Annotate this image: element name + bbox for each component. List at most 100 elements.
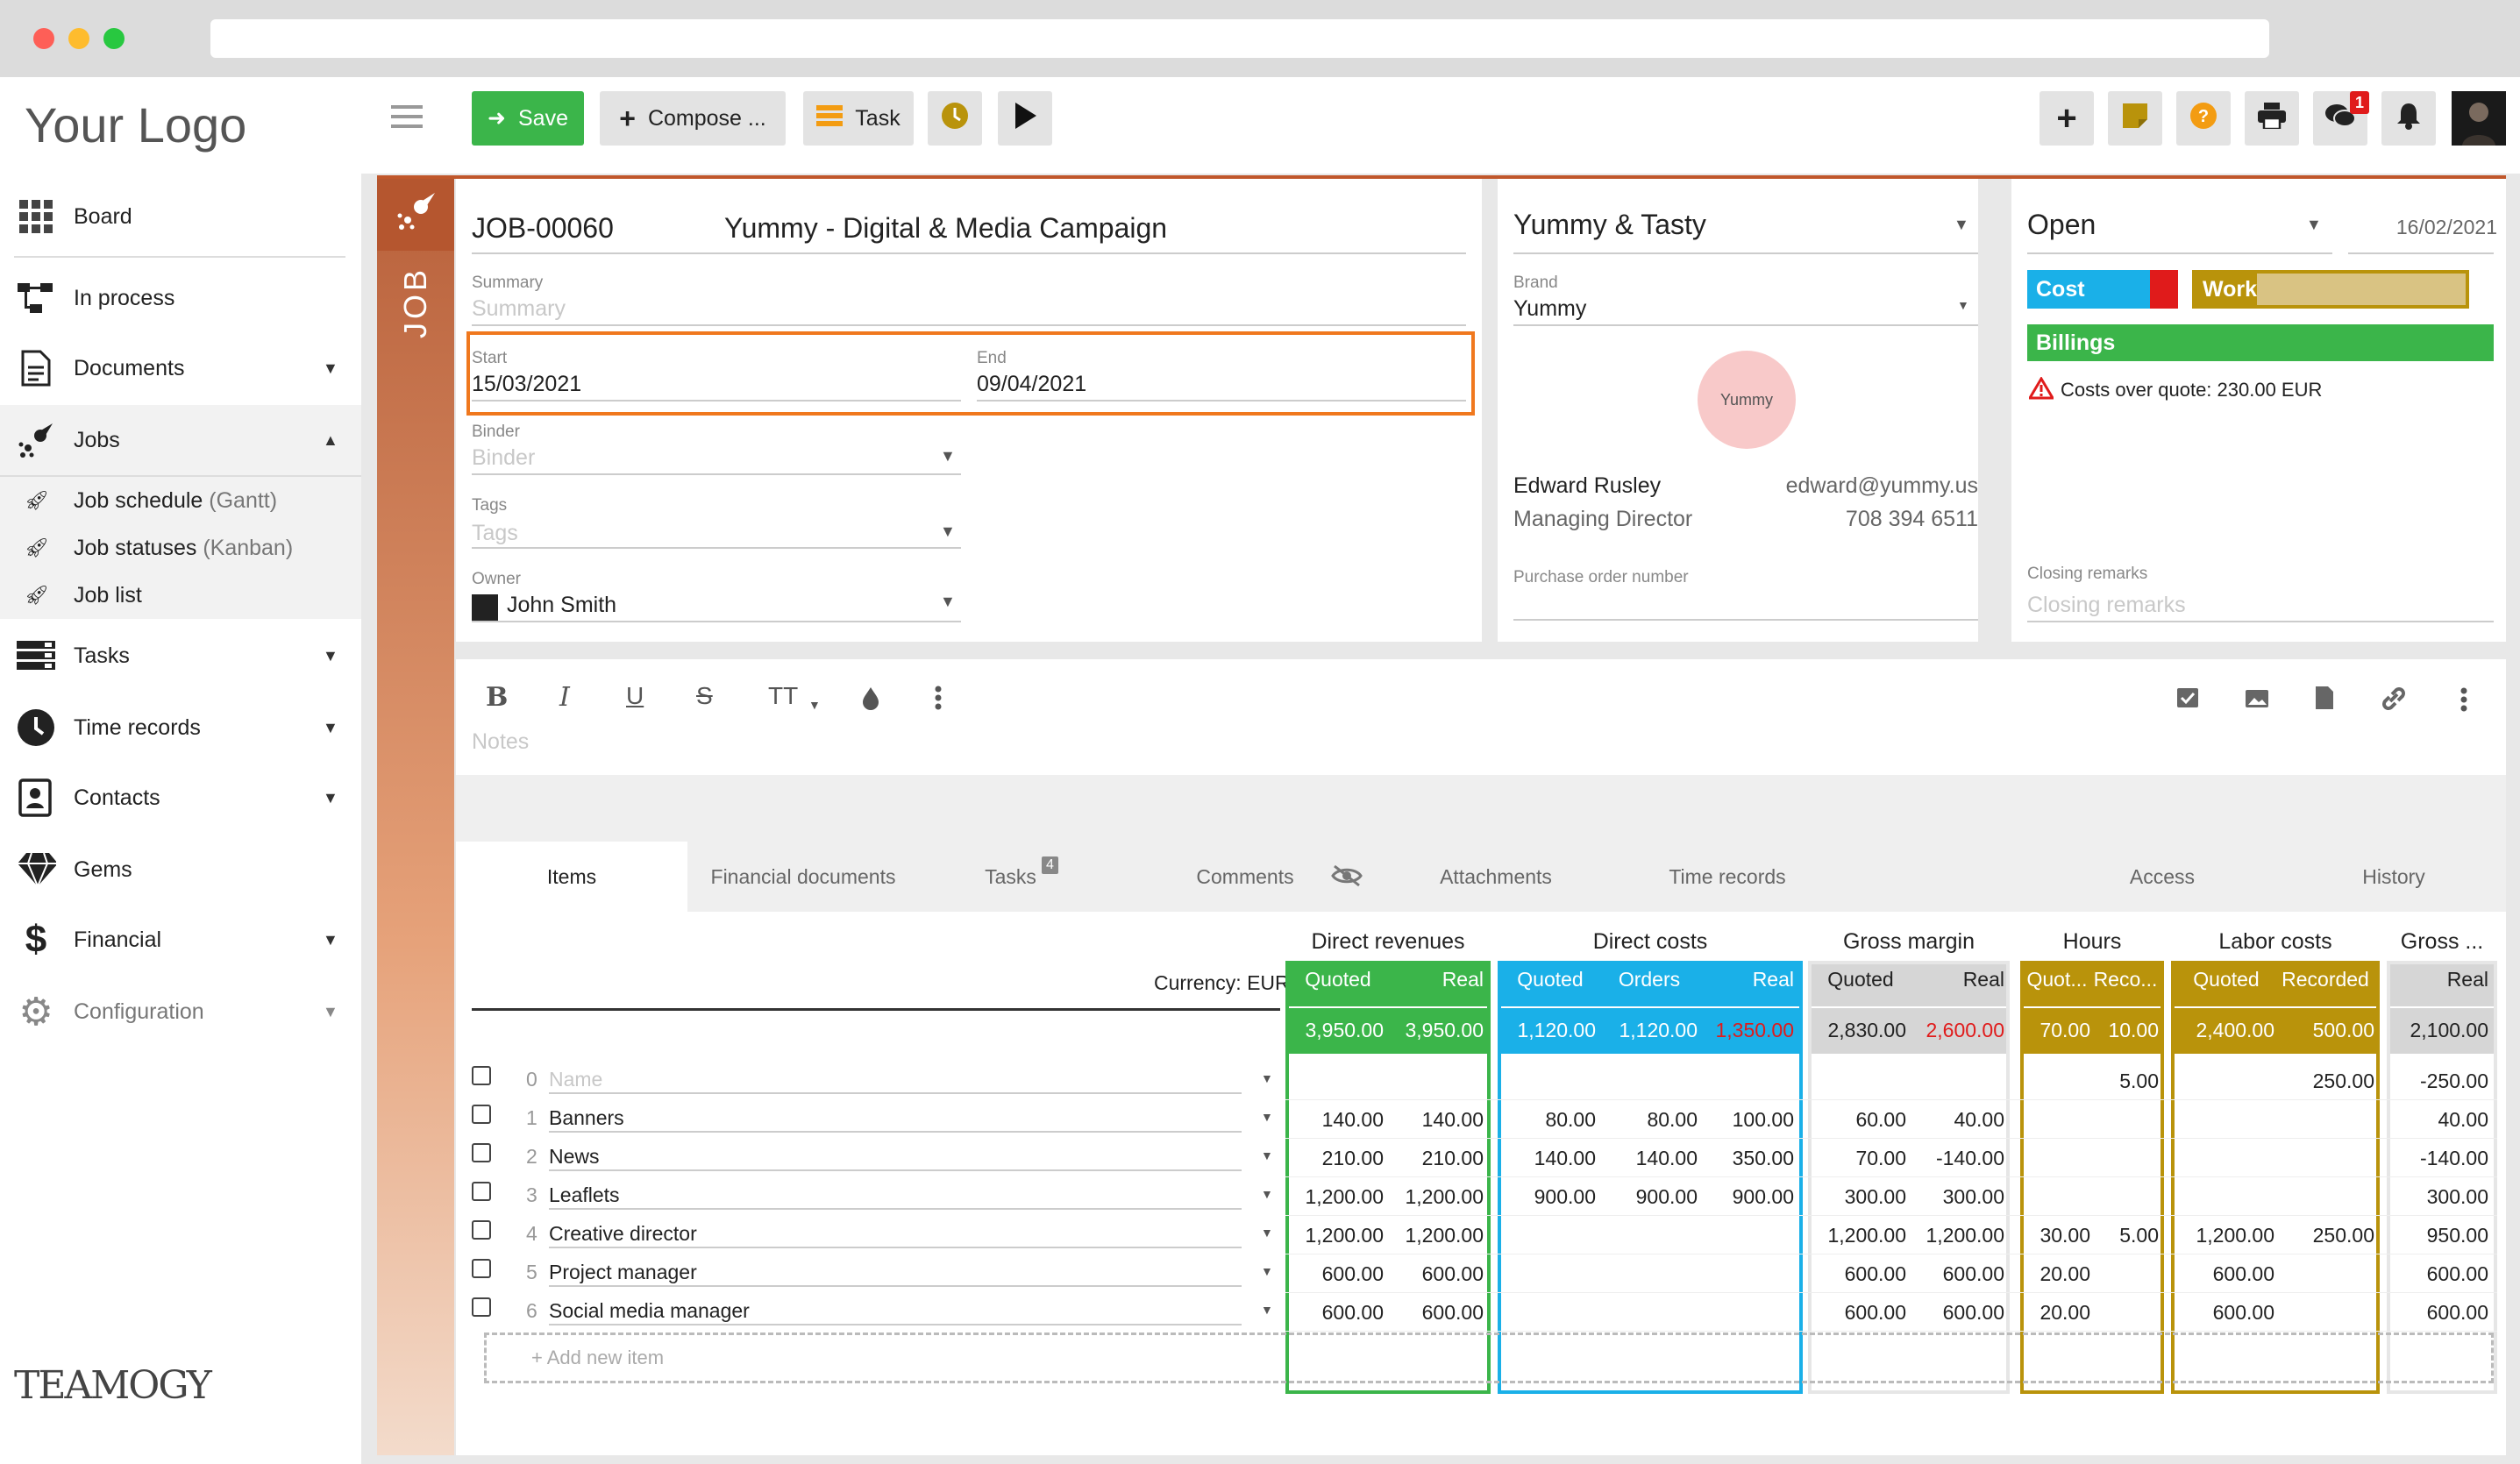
po-input[interactable] (1513, 619, 1978, 621)
sub-label: Job schedule (74, 487, 203, 513)
caret-down-icon[interactable]: ▼ (1957, 298, 1969, 312)
sidebar-item-financial[interactable]: $ Financial ▼ (0, 905, 361, 975)
caret-down-icon[interactable]: ▼ (1261, 1226, 1273, 1240)
user-avatar[interactable] (2452, 91, 2506, 146)
tab-history[interactable]: History (2297, 842, 2490, 912)
sidebar-item-gems[interactable]: Gems (0, 835, 361, 905)
owner-select[interactable]: John Smith (507, 593, 616, 618)
sidebar-subitem-job-statuses[interactable]: 🚀︎ Job statuses (Kanban) (0, 524, 361, 572)
tab-tasks[interactable]: Tasks 4 (919, 842, 1124, 912)
end-date-input[interactable]: 09/04/2021 (977, 372, 1086, 397)
sidebar-subitem-job-list[interactable]: 🚀︎ Job list (0, 572, 361, 619)
caret-down-icon[interactable]: ▼ (1261, 1303, 1273, 1317)
tab-attachments[interactable]: Attachments (1399, 842, 1592, 912)
sidebar-subitem-job-schedule[interactable]: 🚀︎ Job schedule (Gantt) (0, 477, 361, 524)
diamond-icon (16, 849, 56, 890)
tab-items[interactable]: Items (456, 842, 687, 912)
binder-select[interactable]: Binder (472, 445, 535, 471)
group-gross: Gross ... (2400, 929, 2484, 954)
summary-input[interactable]: Summary (472, 296, 566, 322)
contact-email[interactable]: edward@yummy.us (1736, 473, 1978, 499)
sidebar-item-documents[interactable]: Documents ▼ (0, 333, 361, 403)
compose-button[interactable]: + Compose ... (600, 91, 786, 146)
caret-down-icon[interactable]: ▼ (1261, 1264, 1273, 1278)
row-checkbox[interactable] (472, 1259, 491, 1278)
link-tool-icon[interactable] (2381, 687, 2406, 714)
color-drop-icon[interactable] (861, 686, 880, 714)
sidebar-item-configuration[interactable]: ⚙︎ Configuration ▼ (0, 977, 361, 1047)
caret-down-icon[interactable]: ▼ (1261, 1110, 1273, 1124)
row-name-input[interactable]: Social media manager (549, 1299, 750, 1323)
save-button[interactable]: ➜ Save (472, 91, 584, 146)
caret-down-icon[interactable]: ▼ (940, 447, 956, 465)
caret-down-icon[interactable]: ▼ (1261, 1187, 1273, 1201)
add-item-zone[interactable] (484, 1333, 2494, 1383)
notes-input[interactable]: Notes (472, 729, 529, 755)
group-gross-margin: Gross margin (1842, 929, 1975, 954)
tags-select[interactable]: Tags (472, 521, 518, 546)
caret-down-icon[interactable]: ▼ (1261, 1148, 1273, 1162)
brand-select[interactable]: Yummy (1513, 296, 1586, 322)
sidebar-item-contacts[interactable]: Contacts ▼ (0, 763, 361, 833)
row-checkbox[interactable] (472, 1066, 491, 1085)
help-button[interactable]: ? (2176, 91, 2231, 146)
row-name-input[interactable]: Creative director (549, 1222, 697, 1246)
job-title-input[interactable]: Yummy - Digital & Media Campaign (724, 212, 1167, 245)
caret-down-icon[interactable]: ▼ (940, 593, 956, 611)
address-bar[interactable] (210, 19, 2269, 58)
tab-comments[interactable]: Comments (1149, 842, 1342, 912)
row-checkbox[interactable] (472, 1105, 491, 1124)
sidebar-item-board[interactable]: Board (0, 181, 361, 252)
row-name-input[interactable]: News (549, 1145, 600, 1169)
close-window-dot[interactable] (33, 28, 54, 49)
row-value: 5.00 (2119, 1070, 2159, 1092)
add-new-item-button[interactable]: + Add new item (531, 1347, 664, 1369)
text-size-button[interactable]: TT (768, 682, 798, 710)
sticky-note-button[interactable] (2108, 91, 2162, 146)
checkbox-tool-icon[interactable] (2176, 687, 2199, 713)
sidebar-item-jobs[interactable]: Jobs ▲ (0, 405, 361, 475)
row-checkbox[interactable] (472, 1297, 491, 1317)
row-checkbox[interactable] (472, 1182, 491, 1201)
sidebar-item-time-records[interactable]: Time records ▼ (0, 693, 361, 763)
underline-button[interactable]: U (626, 682, 644, 710)
timer-button[interactable] (928, 91, 982, 146)
closing-input[interactable]: Closing remarks (2027, 593, 2186, 618)
contact-phone[interactable]: 708 394 6511 (1736, 507, 1978, 532)
tab-financial-documents[interactable]: Financial documents (687, 842, 919, 912)
caret-down-icon[interactable]: ▼ (1954, 216, 1969, 234)
print-button[interactable] (2245, 91, 2299, 146)
notifications-button[interactable] (2381, 91, 2436, 146)
start-date-input[interactable]: 15/03/2021 (472, 372, 581, 397)
client-select[interactable]: Yummy & Tasty (1513, 209, 1706, 241)
row-number: 4 (526, 1222, 537, 1245)
file-tool-icon[interactable] (2315, 686, 2334, 714)
caret-down-icon[interactable]: ▼ (2306, 216, 2322, 234)
sidebar-item-in-process[interactable]: In process (0, 263, 361, 333)
caret-down-icon[interactable]: ▼ (940, 522, 956, 541)
italic-button[interactable]: I (559, 682, 570, 713)
task-button[interactable]: Task (803, 91, 914, 146)
eye-off-icon[interactable] (1331, 864, 1363, 892)
row-name-input[interactable]: Project manager (549, 1261, 697, 1284)
row-name-input[interactable]: Name (549, 1068, 602, 1091)
add-button[interactable]: + (2039, 91, 2094, 146)
status-select[interactable]: Open (2027, 209, 2096, 241)
row-checkbox[interactable] (472, 1143, 491, 1162)
play-button[interactable] (998, 91, 1052, 146)
hamburger-menu-icon[interactable] (391, 103, 426, 131)
maximize-window-dot[interactable] (103, 28, 125, 49)
tab-time-records[interactable]: Time records (1631, 842, 1824, 912)
more-vertical-icon[interactable] (2460, 687, 2467, 716)
caret-down-icon[interactable]: ▼ (1261, 1071, 1273, 1085)
sidebar-item-tasks[interactable]: Tasks ▼ (0, 621, 361, 691)
bold-button[interactable]: B (486, 682, 508, 713)
image-tool-icon[interactable] (2245, 689, 2269, 713)
strikethrough-button[interactable]: S (696, 682, 713, 710)
row-checkbox[interactable] (472, 1220, 491, 1240)
row-name-input[interactable]: Banners (549, 1106, 624, 1130)
row-name-input[interactable]: Leaflets (549, 1183, 620, 1207)
more-vertical-icon[interactable] (935, 686, 942, 714)
tab-access[interactable]: Access (2066, 842, 2259, 912)
minimize-window-dot[interactable] (68, 28, 89, 49)
